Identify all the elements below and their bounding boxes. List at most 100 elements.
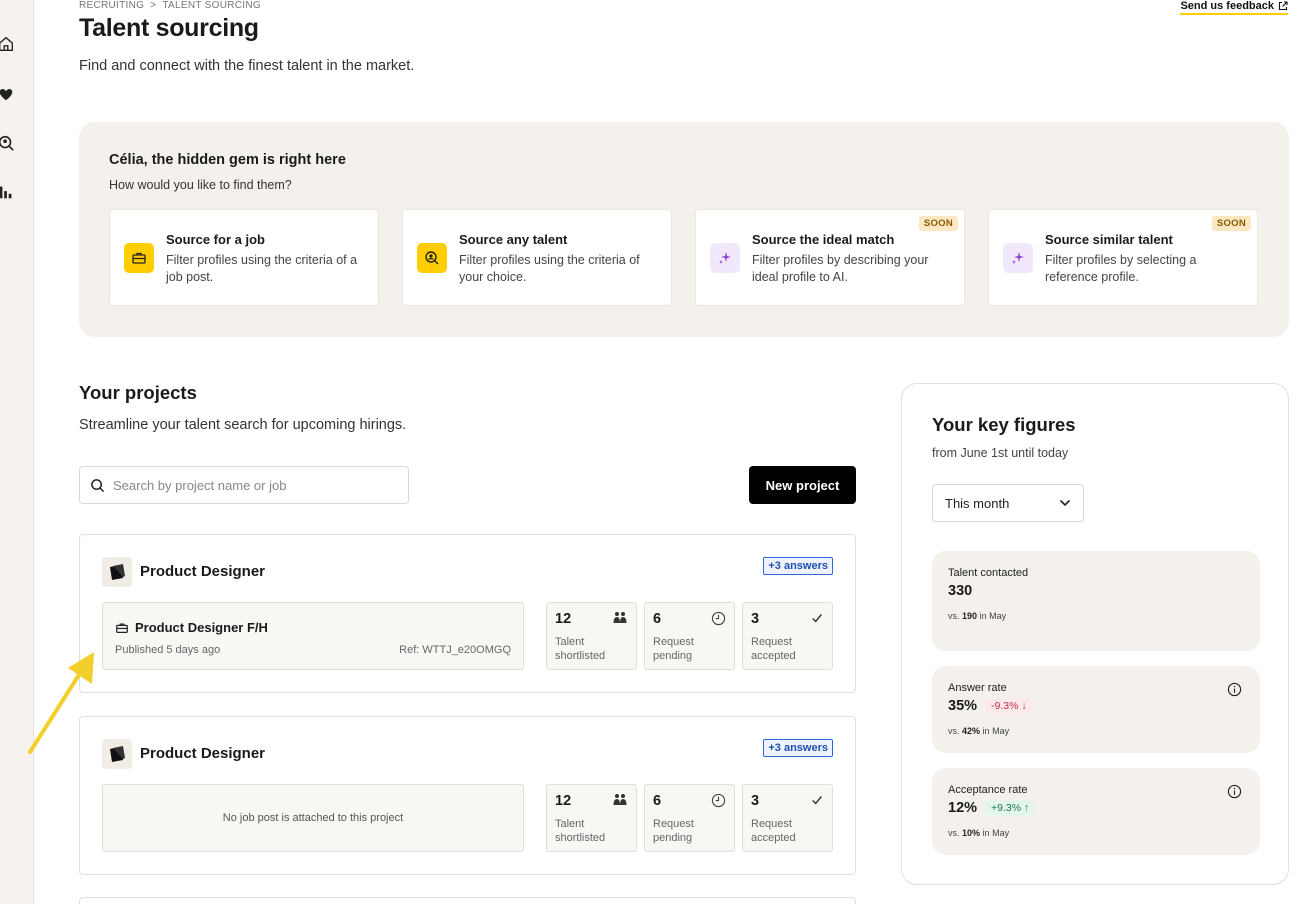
sparkle-icon — [710, 243, 740, 273]
answers-badge[interactable]: +3 answers — [763, 739, 833, 757]
metric-value: 12% — [948, 800, 978, 816]
card-description: Filter profiles by describing your ideal… — [752, 253, 929, 284]
job-published: Published 5 days ago — [115, 644, 221, 656]
breadcrumb-separator: > — [150, 0, 157, 11]
metric-comparison: vs. 190 in May — [948, 611, 1007, 621]
left-rail — [0, 0, 34, 904]
source-for-job-card[interactable]: Source for a job Filter profiles using t… — [109, 209, 379, 306]
stat-accepted: 3 Request accepted — [742, 602, 833, 670]
people-icon — [613, 612, 627, 623]
stat-label: Talent shortlisted — [555, 636, 606, 662]
stat-value: 6 — [653, 611, 662, 627]
metric-answer-rate: Answer rate 35% -9.3% ↓ vs. 42% in May — [932, 666, 1260, 753]
projects-title: Your projects — [79, 382, 197, 403]
delta-badge: -9.3% ↓ — [985, 698, 1033, 714]
chevron-down-icon — [1059, 499, 1071, 507]
card-title: Source any talent — [459, 232, 568, 247]
check-icon — [812, 796, 822, 805]
clock-icon — [711, 611, 726, 626]
project-name: Product Designer — [140, 563, 266, 580]
home-icon[interactable] — [0, 34, 16, 54]
search-person-icon[interactable] — [0, 133, 16, 153]
card-title: Source for a job — [166, 232, 265, 247]
stat-pending: 6 Request pending — [644, 602, 735, 670]
new-project-button[interactable]: New project — [749, 466, 856, 504]
job-title: Product Designer F/H — [135, 620, 268, 635]
metric-label: Acceptance rate — [948, 784, 1028, 796]
metric-acceptance-rate: Acceptance rate 12% +9.3% ↑ vs. 10% in M… — [932, 768, 1260, 855]
stat-value: 12 — [555, 793, 572, 809]
project-card[interactable]: Product Designer +3 answers No job post … — [79, 716, 856, 875]
external-link-icon — [1278, 1, 1288, 11]
stat-shortlisted: 12 Talent shortlisted — [546, 784, 637, 852]
project-card[interactable] — [79, 897, 856, 904]
stat-value: 12 — [555, 611, 572, 627]
annotation-arrow-icon — [28, 652, 94, 754]
metric-value: 330 — [948, 583, 973, 599]
project-search — [79, 466, 409, 504]
soon-badge: SOON — [918, 216, 958, 231]
search-input[interactable] — [113, 477, 393, 493]
heart-icon[interactable] — [0, 84, 16, 104]
metric-talent-contacted: Talent contacted 330 vs. 190 in May — [932, 551, 1260, 651]
key-figures-title: Your key figures — [932, 414, 1076, 435]
stat-value: 3 — [751, 793, 760, 809]
breadcrumb-current: TALENT SOURCING — [162, 0, 261, 11]
metric-value: 35% — [948, 698, 978, 714]
stat-label: Request pending — [653, 636, 694, 662]
job-post-empty: No job post is attached to this project — [102, 784, 524, 852]
hero-title: Célia, the hidden gem is right here — [109, 152, 346, 168]
stat-label: Request pending — [653, 818, 694, 844]
card-description: Filter profiles by selecting a reference… — [1045, 253, 1197, 284]
metric-comparison: vs. 42% in May — [948, 726, 1010, 736]
answers-badge[interactable]: +3 answers — [763, 557, 833, 575]
page-title: Talent sourcing — [79, 14, 259, 42]
delta-badge: +9.3% ↑ — [985, 800, 1036, 816]
job-ref: Ref: WTTJ_e20OMGQ — [399, 644, 511, 656]
source-similar-talent-card[interactable]: SOON Source similar talent Filter profil… — [988, 209, 1258, 306]
source-ideal-match-card[interactable]: SOON Source the ideal match Filter profi… — [695, 209, 965, 306]
breadcrumb-parent[interactable]: RECRUITING — [79, 0, 144, 11]
card-description: Filter profiles using the criteria of a … — [166, 253, 358, 284]
soon-badge: SOON — [1211, 216, 1251, 231]
projects-subtitle: Streamline your talent search for upcomi… — [79, 417, 407, 433]
no-job-message: No job post is attached to this project — [222, 812, 404, 824]
chart-icon[interactable] — [0, 182, 16, 202]
check-icon — [812, 614, 822, 623]
project-card[interactable]: Product Designer +3 answers Product Desi… — [79, 534, 856, 693]
stat-shortlisted: 12 Talent shortlisted — [546, 602, 637, 670]
feedback-label: Send us feedback — [1180, 0, 1274, 12]
key-figures-panel: Your key figures from June 1st until tod… — [901, 383, 1289, 885]
project-name: Product Designer — [140, 745, 266, 762]
page-subtitle: Find and connect with the finest talent … — [79, 58, 415, 74]
period-value: This month — [945, 495, 1010, 511]
person-search-icon — [417, 243, 447, 273]
period-select[interactable]: This month — [932, 484, 1084, 522]
hero-subtitle: How would you like to find them? — [109, 178, 292, 192]
job-post-card[interactable]: Product Designer F/H Published 5 days ag… — [102, 602, 524, 670]
card-title: Source the ideal match — [752, 232, 895, 247]
info-icon[interactable] — [1227, 682, 1242, 697]
stat-label: Talent shortlisted — [555, 818, 606, 844]
stat-label: Request accepted — [751, 818, 796, 844]
source-any-talent-card[interactable]: Source any talent Filter profiles using … — [402, 209, 672, 306]
folder-icon — [102, 557, 132, 587]
stat-accepted: 3 Request accepted — [742, 784, 833, 852]
sparkle-icon — [1003, 243, 1033, 273]
metric-label: Answer rate — [948, 682, 1007, 694]
card-title: Source similar talent — [1045, 232, 1173, 247]
key-figures-subtitle: from June 1st until today — [932, 446, 1069, 460]
stat-label: Request accepted — [751, 636, 796, 662]
card-description: Filter profiles using the criteria of yo… — [459, 253, 640, 284]
info-icon[interactable] — [1227, 784, 1242, 799]
clock-icon — [711, 793, 726, 808]
briefcase-icon — [124, 243, 154, 273]
metric-label: Talent contacted — [948, 567, 1029, 579]
stat-value: 3 — [751, 611, 760, 627]
sourcing-hero: Célia, the hidden gem is right here How … — [79, 122, 1289, 337]
breadcrumb: RECRUITING > TALENT SOURCING — [79, 0, 261, 11]
metric-comparison: vs. 10% in May — [948, 828, 1010, 838]
feedback-link[interactable]: Send us feedback — [1180, 0, 1288, 15]
stat-value: 6 — [653, 793, 662, 809]
people-icon — [613, 794, 627, 805]
